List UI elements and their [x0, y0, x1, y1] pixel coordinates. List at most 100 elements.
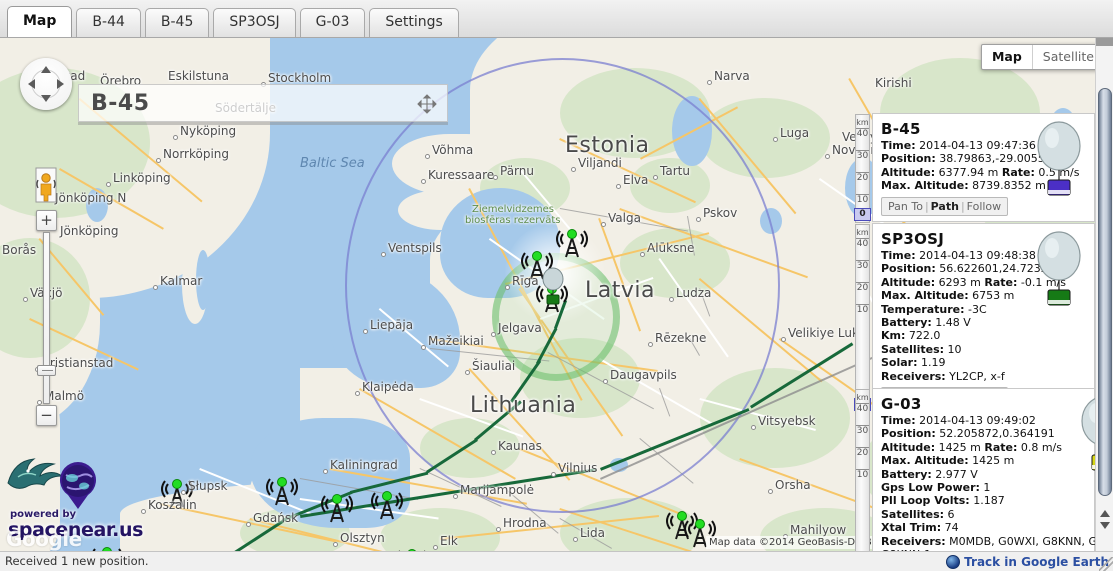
gauge-zero-marker: 0	[854, 208, 871, 221]
scrollbar-thumb[interactable]	[1098, 88, 1112, 496]
city-dot	[773, 137, 778, 142]
city-dot	[491, 450, 496, 455]
tab-bar: Map B-44 B-45 SP3OSJ G-03 Settings	[0, 0, 1113, 38]
city-dot	[23, 297, 28, 302]
gauge-tick: 40	[856, 128, 869, 139]
panel-row: Receivers: M0MDB, G0WXI, G8KNN, G6GZH,	[881, 534, 1113, 548]
panel-row: Battery: 1.48 V	[881, 316, 971, 330]
city-dot	[153, 285, 158, 290]
city-dot	[323, 469, 328, 474]
follow-button[interactable]: Follow	[967, 200, 1002, 213]
gauge-unit-label: km	[856, 228, 869, 237]
tab-sp3osj[interactable]: SP3OSJ	[213, 8, 296, 37]
tab-b-45[interactable]: B-45	[144, 8, 210, 37]
panel-row: Xtal Trim: 74	[881, 521, 959, 535]
google-earth-label: Track in Google Earth	[964, 554, 1109, 569]
city-dot	[601, 222, 606, 227]
gauge-unit-label: km	[856, 118, 869, 127]
gauge-tick: 30	[856, 150, 869, 161]
status-bar: Received 1 new position. Track in Google…	[0, 551, 1113, 571]
selected-tracker-bar[interactable]: B-45	[78, 84, 448, 122]
gauge-tick: 20	[856, 172, 869, 183]
city-dot	[768, 489, 773, 494]
altitude-gauge[interactable]: km 40302010 0	[852, 114, 873, 223]
gauge-unit-label: km	[856, 393, 869, 402]
city-dot	[653, 175, 658, 180]
pan-control[interactable]	[20, 58, 72, 110]
city-dot	[493, 175, 498, 180]
path-button[interactable]: Path	[931, 200, 959, 213]
track-in-google-earth-link[interactable]: Track in Google Earth	[946, 552, 1109, 571]
city-dot	[421, 179, 426, 184]
city-dot	[181, 490, 186, 495]
scrollbar-up-arrow[interactable]	[1100, 510, 1110, 517]
city-dot	[825, 154, 830, 159]
balloon-icon	[1028, 120, 1090, 200]
city-dot	[616, 184, 621, 189]
city-dot	[707, 80, 712, 85]
city-dot	[648, 342, 653, 347]
altitude-gauge[interactable]: km 40302010 0	[852, 389, 873, 551]
city-dot	[491, 332, 496, 337]
city-dot	[173, 135, 178, 140]
city-dot	[669, 297, 674, 302]
window-resize-grip[interactable]	[1099, 557, 1113, 571]
zoom-control[interactable]: + −	[36, 210, 57, 426]
gauge-tick: 30	[856, 425, 869, 436]
receiver-tower-icon[interactable]	[265, 476, 299, 506]
tracker-panel-g-03[interactable]: km 40302010 0 G-03 Time: 2014-04-13 09:4…	[855, 388, 1113, 551]
city-dot	[433, 545, 438, 550]
gauge-tick: 20	[856, 447, 869, 458]
city-dot	[421, 345, 426, 350]
tab-settings[interactable]: Settings	[369, 8, 459, 37]
zoom-slider-handle[interactable]	[37, 365, 56, 376]
city-dot	[381, 252, 386, 257]
map-viewport[interactable]: Baltic Sea Estonia Latvia Lithuania Ziemelvi…	[0, 38, 1113, 551]
scrollbar-down-arrow[interactable]	[1100, 522, 1110, 529]
tab-b-44[interactable]: B-44	[76, 8, 141, 37]
move-handle-icon[interactable]	[417, 94, 437, 114]
altitude-gauge[interactable]: km 40302010 0	[852, 224, 873, 413]
receiver-tower-icon[interactable]	[370, 490, 404, 520]
tracker-panel-list: km 40 30 20 10 0 B-45 Time: 2014-04-13 09:4…	[854, 38, 1113, 551]
panel-row: Satellites: 10	[881, 342, 962, 356]
tab-map[interactable]: Map	[7, 6, 73, 37]
gauge-tick: 40	[856, 403, 869, 414]
scrollbar-top-cap	[1096, 38, 1113, 46]
map-balloon-marker[interactable]	[538, 266, 568, 305]
zoom-slider-track[interactable]	[43, 232, 50, 404]
gauge-tick: 20	[856, 282, 869, 293]
zoom-out-button[interactable]: −	[36, 405, 57, 426]
city-dot	[156, 158, 161, 163]
zoom-in-button[interactable]: +	[36, 210, 57, 231]
city-dot	[496, 527, 501, 532]
gauge-rail	[855, 224, 870, 413]
panel-row: Solar: 1.19	[881, 356, 946, 370]
city-dot	[465, 370, 470, 375]
globe-icon	[946, 555, 961, 569]
city-dot	[425, 154, 430, 159]
city-dot	[355, 391, 360, 396]
tracker-panel-b-45[interactable]: km 40 30 20 10 0 B-45 Time: 2014-04-13 09:4…	[854, 113, 1095, 223]
tab-g-03[interactable]: G-03	[299, 8, 366, 37]
pan-to-button[interactable]: Pan To	[888, 200, 923, 213]
panel-row: Pll Loop Volts: 1.187	[881, 494, 1005, 508]
street-view-pegman[interactable]	[33, 166, 59, 204]
tracker-panel-actions[interactable]: Pan To|Path|Follow	[881, 196, 1009, 216]
receiver-tower-icon[interactable]	[555, 228, 589, 258]
status-message: Received 1 new position.	[5, 554, 149, 568]
receiver-tower-icon[interactable]	[160, 478, 194, 508]
city-dot	[751, 425, 756, 430]
tracker-panel-sp3osj[interactable]: km 40302010 0 SP3OSJ Time: 2014-04-13 09…	[854, 223, 1095, 413]
city-dot	[603, 379, 608, 384]
balloon-icon	[1028, 230, 1090, 310]
vertical-scrollbar[interactable]	[1095, 38, 1113, 551]
city-dot	[363, 329, 368, 334]
city-dot	[246, 522, 251, 527]
city-dot	[333, 542, 338, 547]
selected-tracker-name: B-45	[91, 90, 150, 116]
spacenearus-tracker-window: Map B-44 B-45 SP3OSJ G-03 Settings Balti…	[0, 0, 1113, 571]
receiver-tower-icon[interactable]	[320, 493, 354, 523]
gauge-tick: 40	[856, 238, 869, 249]
city-dot	[781, 337, 786, 342]
